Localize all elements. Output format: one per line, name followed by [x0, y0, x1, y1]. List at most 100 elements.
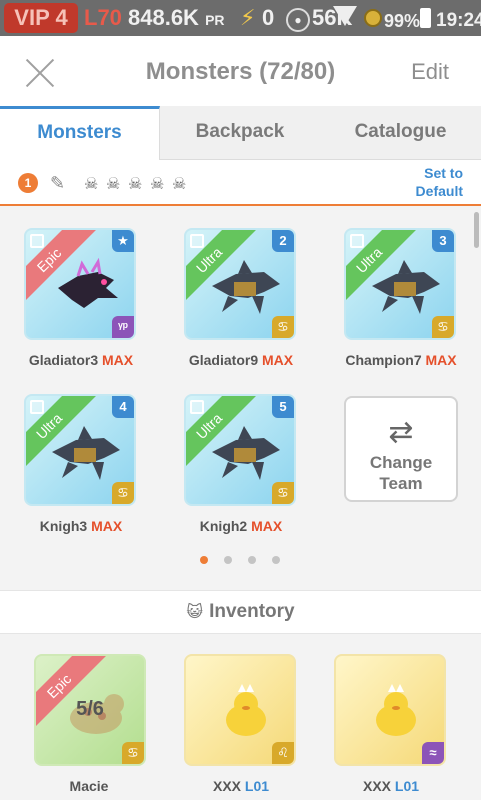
max-badge: MAX: [425, 352, 457, 368]
star-icon: ★: [112, 230, 134, 252]
inventory-item-name: Macie: [69, 778, 109, 794]
clock: 19:24: [436, 10, 481, 31]
edit-button[interactable]: Edit: [411, 59, 449, 85]
element-icon: ♋: [112, 482, 134, 504]
monster-label: Champion7 MAX: [326, 352, 476, 368]
cat-face-icon: 😺: [186, 604, 204, 621]
vip-badge[interactable]: VIP 4: [4, 3, 78, 33]
monster-card[interactable]: Ultra 4 ♋: [24, 394, 136, 506]
monster-shark-icon: [372, 260, 440, 314]
page-dot[interactable]: [272, 556, 280, 564]
max-badge: MAX: [91, 518, 123, 534]
tab-monsters[interactable]: Monsters: [0, 106, 160, 160]
inventory-card[interactable]: ♌: [184, 654, 296, 766]
note-icon: [30, 400, 44, 414]
skull-icon: ☠: [106, 176, 121, 193]
slot-number: 2: [272, 230, 294, 252]
page-indicator: [200, 556, 290, 566]
max-badge: MAX: [262, 352, 294, 368]
page-dot[interactable]: [248, 556, 256, 564]
inventory-card[interactable]: ≈: [334, 654, 446, 766]
max-badge: MAX: [102, 352, 134, 368]
power-rating: 848.6K PR: [128, 5, 225, 33]
element-icon: ♋: [272, 316, 294, 338]
inventory-item-name: XXX: [362, 778, 391, 794]
food-icon: ●: [286, 8, 310, 32]
pencil-icon[interactable]: ✎: [50, 173, 65, 194]
inventory-label: Inventory: [209, 601, 295, 622]
note-icon: [190, 400, 204, 414]
energy-bolt-icon: ⚡: [240, 5, 256, 30]
power-unit: PR: [205, 12, 225, 28]
monster-shark-icon: [212, 260, 280, 314]
element-icon: ♋: [122, 742, 144, 764]
note-icon: [30, 234, 44, 248]
shard-count: 5/6: [76, 698, 104, 720]
tab-bar: Monsters Backpack Catalogue: [0, 106, 481, 160]
battery-percent: 99%: [384, 11, 421, 31]
monster-label: Gladiator9 MAX: [166, 352, 316, 368]
change-team-button[interactable]: ⇄ Change Team: [344, 396, 458, 502]
slot-number: 3: [432, 230, 454, 252]
page-dot[interactable]: [200, 556, 208, 564]
element-icon: ♌: [272, 742, 294, 764]
inventory-item-level: L01: [394, 778, 420, 794]
inventory-title: 😺 Inventory: [186, 601, 294, 622]
wifi-icon: [333, 6, 357, 26]
monster-name: Gladiator3: [28, 352, 99, 368]
swap-arrows-icon: ⇄: [388, 416, 414, 449]
skull-icon: ☠: [172, 176, 187, 193]
team-number-badge[interactable]: 1: [18, 173, 38, 193]
note-icon: [190, 234, 204, 248]
set-default-label: Set to Default: [415, 165, 463, 199]
status-bar: VIP 4 L70 848.6K PR ⚡ 0 ● 56K 99% 19:24: [0, 0, 481, 36]
skull-icon: ☠: [128, 176, 143, 193]
monster-label: Gladiator3 MAX: [6, 352, 156, 368]
monster-name: Knigh2: [199, 518, 248, 534]
max-badge: MAX: [251, 518, 283, 534]
monster-card[interactable]: Ultra 2 ♋: [184, 228, 296, 340]
inventory-item-name: XXX: [212, 778, 241, 794]
inventory-header: 😺 Inventory: [0, 590, 481, 634]
monster-name: Gladiator9: [188, 352, 259, 368]
page-title: Monsters (72/80): [145, 58, 336, 85]
player-level: L70: [84, 5, 122, 30]
monster-name: Champion7: [345, 352, 422, 368]
element-icon: ♋: [432, 316, 454, 338]
coin-icon: [364, 9, 382, 27]
monster-shark-icon: [212, 426, 280, 480]
tab-catalogue[interactable]: Catalogue: [320, 106, 481, 160]
monster-chick-icon: [226, 684, 266, 736]
slot-number: 5: [272, 396, 294, 418]
inventory-item-label: XXX L01: [166, 778, 316, 794]
battery-icon: [420, 8, 431, 28]
scrollbar-thumb[interactable]: [474, 212, 479, 248]
monster-card[interactable]: Ultra 5 ♋: [184, 394, 296, 506]
element-icon: ᵞᵖ: [112, 316, 134, 338]
slot-number: 4: [112, 396, 134, 418]
tab-backpack[interactable]: Backpack: [160, 106, 320, 160]
inventory-item-level: L01: [244, 778, 270, 794]
energy-value: 0: [262, 5, 275, 30]
monster-label: Knigh2 MAX: [166, 518, 316, 534]
set-default-button[interactable]: Set to Default: [416, 164, 463, 200]
inventory-item-label: Macie: [14, 778, 164, 794]
inventory-item-label: XXX L01: [316, 778, 466, 794]
header: Monsters (72/80) Edit: [0, 36, 481, 106]
monster-epic-icon: [58, 258, 118, 308]
monster-card[interactable]: Epic ★ ᵞᵖ: [24, 228, 136, 340]
element-icon: ♋: [272, 482, 294, 504]
change-team-label: Change Team: [369, 453, 433, 493]
monster-chick-icon: [376, 684, 416, 736]
page-dot[interactable]: [224, 556, 232, 564]
element-icon: ≈: [422, 742, 444, 764]
monster-card[interactable]: Ultra 3 ♋: [344, 228, 456, 340]
scrollbar[interactable]: [472, 206, 481, 590]
inventory-card[interactable]: Epic 5/6 ♋: [34, 654, 146, 766]
monster-shark-icon: [52, 426, 120, 480]
monster-name: Knigh3: [39, 518, 88, 534]
power-value: 848.6K: [128, 5, 199, 30]
skull-icon: ☠: [150, 176, 165, 193]
monster-label: Knigh3 MAX: [6, 518, 156, 534]
note-icon: [350, 234, 364, 248]
